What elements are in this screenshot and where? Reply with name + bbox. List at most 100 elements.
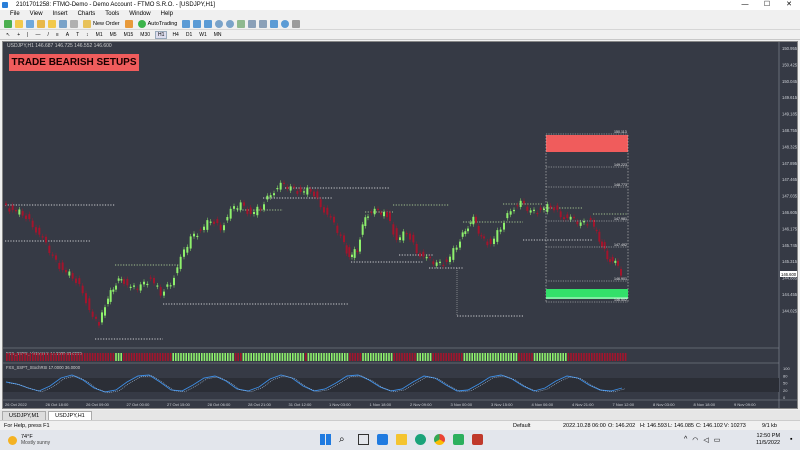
zoom-out-icon[interactable] xyxy=(226,19,235,28)
chart-shift-icon[interactable] xyxy=(259,19,268,28)
autotrading-button[interactable]: AutoTrading xyxy=(136,19,180,28)
cursor-icon[interactable]: ↖ xyxy=(4,32,12,38)
tray-chevron-icon[interactable]: ^ xyxy=(684,436,687,444)
trendline-icon[interactable]: / xyxy=(45,32,50,38)
oscillator-band xyxy=(3,378,779,392)
menu-tools[interactable]: Tools xyxy=(105,11,119,17)
terminal-icon[interactable] xyxy=(59,19,67,28)
horizontal-line-icon[interactable]: — xyxy=(33,32,42,38)
scroll-end-icon[interactable] xyxy=(248,19,257,28)
channel-icon[interactable]: ≡ xyxy=(54,32,61,38)
menu-charts[interactable]: Charts xyxy=(78,11,96,17)
app-green-icon[interactable] xyxy=(453,434,464,445)
candle-body xyxy=(480,235,483,237)
menu-file[interactable]: File xyxy=(10,11,20,17)
candlesticks-icon[interactable] xyxy=(193,19,202,28)
menu-view[interactable]: View xyxy=(30,11,43,17)
histogram-bar xyxy=(128,353,130,361)
clock[interactable]: 12:50 PM 11/5/2022 xyxy=(756,433,780,447)
candle-body xyxy=(293,186,295,188)
candle-body xyxy=(326,207,329,215)
market-watch-icon[interactable] xyxy=(26,19,34,28)
start-icon[interactable] xyxy=(320,434,331,445)
profiles-icon[interactable] xyxy=(15,19,23,28)
histogram-bar xyxy=(531,353,533,361)
time-tick-label: 4 Nov 06:00 xyxy=(532,402,554,407)
vertical-line-icon[interactable]: | xyxy=(25,32,30,38)
candle-body xyxy=(256,206,259,216)
menu-help[interactable]: Help xyxy=(161,11,173,17)
candle-body xyxy=(206,220,209,230)
search-icon[interactable]: ⌕ xyxy=(339,434,350,445)
price-chart[interactable]: 150.955 150.425 150.045 149.615 149.185 148.7… xyxy=(3,42,797,408)
crosshair-icon[interactable]: + xyxy=(15,32,22,38)
line-chart-icon[interactable] xyxy=(204,19,213,28)
tile-windows-icon[interactable] xyxy=(237,19,246,28)
text-tool-icon[interactable]: A xyxy=(64,32,71,38)
tf-h1[interactable]: H1 xyxy=(155,30,168,39)
tf-h4[interactable]: H4 xyxy=(170,32,180,38)
histogram-bar xyxy=(481,353,484,361)
chrome-icon[interactable] xyxy=(434,434,445,445)
candle-body xyxy=(104,307,106,316)
histogram-bar xyxy=(362,353,364,361)
notification-icon[interactable]: ▪ xyxy=(790,436,792,443)
histogram-bar xyxy=(273,353,276,361)
histogram-bar xyxy=(617,353,619,361)
menu-window[interactable]: Window xyxy=(129,11,150,17)
close-button[interactable]: ✕ xyxy=(778,0,800,10)
time-tick-label: 28 Oct 21:00 xyxy=(248,402,272,407)
metaeditor-icon[interactable] xyxy=(124,19,133,28)
candle-body xyxy=(361,224,364,235)
periods-icon[interactable] xyxy=(281,19,290,28)
tab-usdjpy-h1[interactable]: USDJPY,H1 xyxy=(48,411,92,420)
widgets-icon[interactable] xyxy=(377,434,388,445)
histogram-bar xyxy=(435,353,437,361)
chart-window[interactable]: USDJPY,H1 146.687 146.725 146.552 146.60… xyxy=(2,41,798,409)
task-view-icon[interactable] xyxy=(358,434,369,445)
data-window-icon[interactable] xyxy=(37,19,45,28)
tf-m5[interactable]: M5 xyxy=(108,32,119,38)
bar-chart-icon[interactable] xyxy=(182,19,191,28)
tf-d1[interactable]: D1 xyxy=(184,32,194,38)
file-explorer-icon[interactable] xyxy=(396,434,407,445)
templates-icon[interactable] xyxy=(292,19,301,28)
weather-icon[interactable] xyxy=(8,435,17,445)
tf-mn[interactable]: MN xyxy=(212,32,224,38)
histogram-bar xyxy=(71,353,73,361)
histogram-bar xyxy=(299,353,302,361)
maximize-button[interactable]: ☐ xyxy=(756,0,778,10)
status-high: H: 146.593 xyxy=(640,423,667,429)
tf-m1[interactable]: M1 xyxy=(94,32,105,38)
battery-icon[interactable]: ▭ xyxy=(714,436,721,444)
tf-m30[interactable]: M30 xyxy=(138,32,152,38)
candle-body xyxy=(609,259,611,262)
new-order-button[interactable]: New Order xyxy=(81,19,122,28)
label-tool-icon[interactable]: T xyxy=(74,32,81,38)
navigator-icon[interactable] xyxy=(48,19,56,28)
status-volume: V: 10273 xyxy=(724,423,746,429)
histogram-bar xyxy=(370,353,372,361)
indicators-icon[interactable] xyxy=(270,19,279,28)
time-tick-label: 8 Nov 18:00 xyxy=(694,402,716,407)
histogram-bar xyxy=(276,353,278,361)
menu-insert[interactable]: Insert xyxy=(53,11,68,17)
metatrader-icon[interactable] xyxy=(472,434,483,445)
candle-body xyxy=(617,260,619,266)
minimize-button[interactable]: — xyxy=(734,0,756,10)
new-chart-icon[interactable] xyxy=(4,19,12,28)
zoom-in-icon[interactable] xyxy=(215,19,224,28)
strategy-tester-icon[interactable] xyxy=(70,19,78,28)
histogram-bar xyxy=(333,353,336,361)
histogram-bar xyxy=(206,353,208,361)
wifi-icon[interactable]: ◠ xyxy=(692,436,698,444)
arrows-icon[interactable]: ↕ xyxy=(84,32,91,38)
volume-icon[interactable]: ◁ xyxy=(703,436,708,444)
tf-w1[interactable]: W1 xyxy=(197,32,209,38)
tf-m15[interactable]: M15 xyxy=(122,32,136,38)
trade-zone: 150.113 149.223 148.773 147.981 147.492 146.9… xyxy=(545,130,629,303)
candle-body xyxy=(239,202,242,210)
tab-usdjpy-m1[interactable]: USDJPY,M1 xyxy=(2,411,47,420)
edge-icon[interactable] xyxy=(415,434,426,445)
candle-body xyxy=(68,271,71,276)
